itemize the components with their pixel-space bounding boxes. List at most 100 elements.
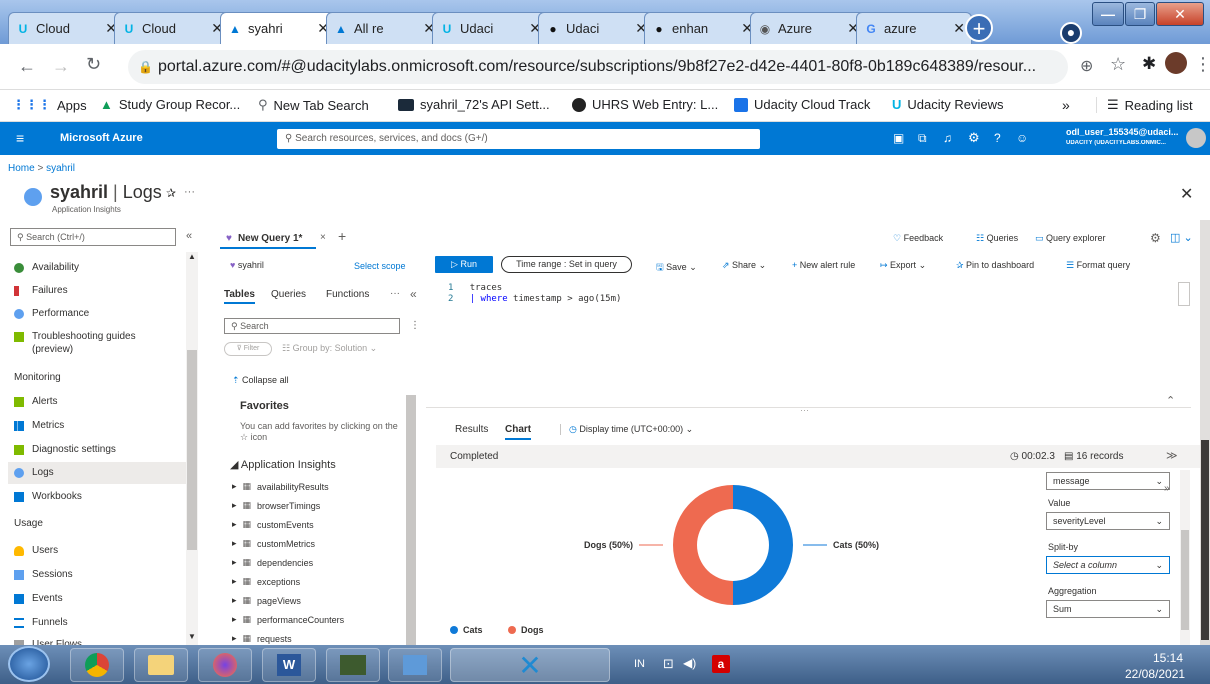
extension-avatar-icon[interactable] (1165, 52, 1187, 74)
settings-gear-icon[interactable]: ⚙ (1150, 231, 1161, 245)
close-tab-icon[interactable]: × (320, 232, 326, 243)
nav-scroll-down-icon[interactable]: ▼ (188, 632, 196, 641)
url-field[interactable]: 🔒 portal.azure.com/#@udacitylabs.onmicro… (128, 50, 1068, 84)
bookmark-apps[interactable]: ⋮⋮⋮ Apps (12, 97, 87, 113)
bookmark-uhrs[interactable]: UHRS Web Entry: L... (572, 97, 718, 112)
schema-table-item[interactable]: ▸ ▦ performanceCounters (232, 614, 344, 625)
start-button[interactable] (8, 646, 50, 682)
right-edge-scrollbar-thumb[interactable] (1201, 440, 1209, 640)
app-insights-group[interactable]: ◢ Application Insights (230, 458, 336, 471)
nav-item-failures[interactable]: Failures (14, 285, 68, 296)
star-icon[interactable]: ☆ (1110, 54, 1126, 75)
more-icon[interactable]: ··· (184, 186, 195, 198)
group-by-dropdown[interactable]: ☷ Group by: Solution ⌄ (282, 343, 377, 354)
back-icon[interactable]: ← (18, 56, 36, 77)
azure-search-input[interactable]: ⚲ Search resources, services, and docs (… (277, 129, 760, 149)
legend-entry[interactable]: Cats (463, 625, 483, 635)
collapse-nav-icon[interactable]: « (186, 230, 192, 242)
resize-handle[interactable]: ··· (800, 405, 809, 415)
schema-table-item[interactable]: ▸ ▦ customMetrics (232, 538, 315, 549)
collapse-editor-icon[interactable]: ⌃ (1166, 394, 1175, 407)
editor-scrollbar[interactable] (1178, 282, 1190, 306)
tab-results[interactable]: Results (455, 424, 488, 435)
donut-slice-cats[interactable] (733, 485, 793, 605)
bookmark-new-tab-search[interactable]: ⚲ New Tab Search (258, 97, 369, 113)
query-editor[interactable]: 1 traces 2 | where timestamp > ago(15m) (426, 280, 1191, 408)
zoom-icon[interactable]: ⊕ (1080, 56, 1093, 76)
queries-button[interactable]: ☷ Queries (976, 233, 1018, 244)
menu-icon[interactable]: ⋮ (1194, 54, 1210, 75)
expand-icon[interactable]: ▸ (232, 595, 237, 606)
clock-date[interactable]: 22/08/2021 (1125, 667, 1185, 681)
nav-search-input[interactable]: ⚲ Search (Ctrl+/) (10, 228, 176, 246)
new-tab-button[interactable]: + (965, 14, 993, 42)
bookmark-cloud-track[interactable]: Udacity Cloud Track (734, 97, 870, 112)
breadcrumb-resource[interactable]: syahril (46, 163, 75, 174)
save-button[interactable]: 🖫 Save ⌄ (656, 260, 697, 276)
portal-menu-icon[interactable]: ≡ (16, 130, 24, 146)
more-bookmarks-button[interactable]: » (1062, 97, 1070, 113)
query-tab[interactable]: ♥ New Query 1* (220, 229, 316, 249)
display-time-dropdown[interactable]: ◷ Display time (UTC+00:00) ⌄ (560, 424, 693, 435)
minimize-button[interactable]: — (1092, 2, 1124, 26)
cloud-shell-icon[interactable]: ▣ (893, 131, 904, 145)
split-by-dropdown[interactable]: Select a column ⌄ (1046, 556, 1170, 574)
more-options-icon[interactable]: ⋮ (410, 320, 420, 331)
close-tab-icon[interactable]: ✕ (953, 20, 965, 37)
azure-brand[interactable]: Microsoft Azure (60, 132, 143, 144)
tab-functions[interactable]: Functions (326, 289, 369, 300)
notifications-icon[interactable]: ♫ (943, 131, 952, 145)
nav-item-diagnostic[interactable]: Diagnostic settings (14, 444, 116, 455)
schema-table-item[interactable]: ▸ ▦ dependencies (232, 557, 313, 568)
breadcrumb-home[interactable]: Home (8, 163, 35, 174)
expand-icon[interactable]: ▸ (232, 538, 237, 549)
nav-item-availability[interactable]: Availability (14, 262, 79, 273)
bookmark-udacity-reviews[interactable]: U Udacity Reviews (892, 97, 1003, 112)
feedback-icon[interactable]: ☺ (1016, 131, 1028, 145)
donut-slice-dogs[interactable] (673, 485, 733, 605)
profile-icon[interactable]: ● (1060, 22, 1082, 44)
share-button[interactable]: ⇗ Share ⌄ (722, 260, 766, 271)
schema-search-input[interactable]: ⚲ Search (224, 318, 400, 334)
action-center-icon[interactable]: ⊡ (663, 656, 674, 672)
pin-icon[interactable]: ✰ (166, 186, 176, 200)
bookmark-api-settings[interactable]: syahril_72's API Sett... (398, 97, 550, 112)
value-dropdown[interactable]: severityLevel ⌄ (1046, 512, 1170, 530)
close-blade-icon[interactable]: ✕ (1180, 184, 1193, 204)
nav-item-funnels[interactable]: Funnels (14, 617, 68, 628)
expand-icon[interactable]: ▸ (232, 633, 237, 644)
directory-filter-icon[interactable]: ⧉ (918, 131, 927, 146)
add-tab-icon[interactable]: + (338, 228, 346, 244)
side-panel-scrollbar-thumb[interactable] (1181, 530, 1189, 630)
clock-time[interactable]: 15:14 (1153, 651, 1183, 665)
nav-item-logs[interactable]: Logs (14, 467, 54, 478)
more-tabs-icon[interactable]: ··· (390, 288, 400, 299)
close-window-button[interactable]: ✕ (1156, 2, 1204, 26)
new-alert-rule-button[interactable]: + New alert rule (792, 260, 855, 270)
filter-button[interactable]: ⊽ Filter (224, 342, 272, 356)
expand-icon[interactable]: ▸ (232, 500, 237, 511)
nav-scrollbar-thumb[interactable] (187, 350, 197, 550)
help-icon[interactable]: ? (994, 131, 1001, 145)
nav-item-metrics[interactable]: Metrics (14, 420, 64, 431)
nav-item-workbooks[interactable]: Workbooks (14, 491, 82, 502)
chrome-taskbar-button[interactable] (70, 648, 124, 682)
vscode-taskbar-button[interactable]: ✕ (450, 648, 610, 682)
expand-icon[interactable]: ▸ (232, 576, 237, 587)
tab-queries[interactable]: Queries (271, 289, 306, 300)
tab-chart[interactable]: Chart (505, 424, 532, 440)
language-indicator[interactable]: IN (634, 658, 645, 670)
browser-tab-2[interactable]: ▲ syahri ✕ (220, 12, 336, 44)
schema-table-item[interactable]: ▸ ▦ pageViews (232, 595, 301, 606)
expand-icon[interactable]: ▸ (232, 519, 237, 530)
explorer-taskbar-button[interactable] (134, 648, 188, 682)
user-email[interactable]: odl_user_155345@udaci... (1066, 127, 1180, 137)
avatar[interactable] (1186, 128, 1206, 148)
schema-table-item[interactable]: ▸ ▦ requests (232, 633, 292, 644)
schema-scrollbar-thumb[interactable] (406, 395, 416, 645)
schema-table-item[interactable]: ▸ ▦ exceptions (232, 576, 300, 587)
app-taskbar-button[interactable] (326, 648, 380, 682)
expand-icon[interactable]: ▸ (232, 614, 237, 625)
schema-table-item[interactable]: ▸ ▦ customEvents (232, 519, 314, 530)
nav-item-users[interactable]: Users (14, 545, 58, 556)
